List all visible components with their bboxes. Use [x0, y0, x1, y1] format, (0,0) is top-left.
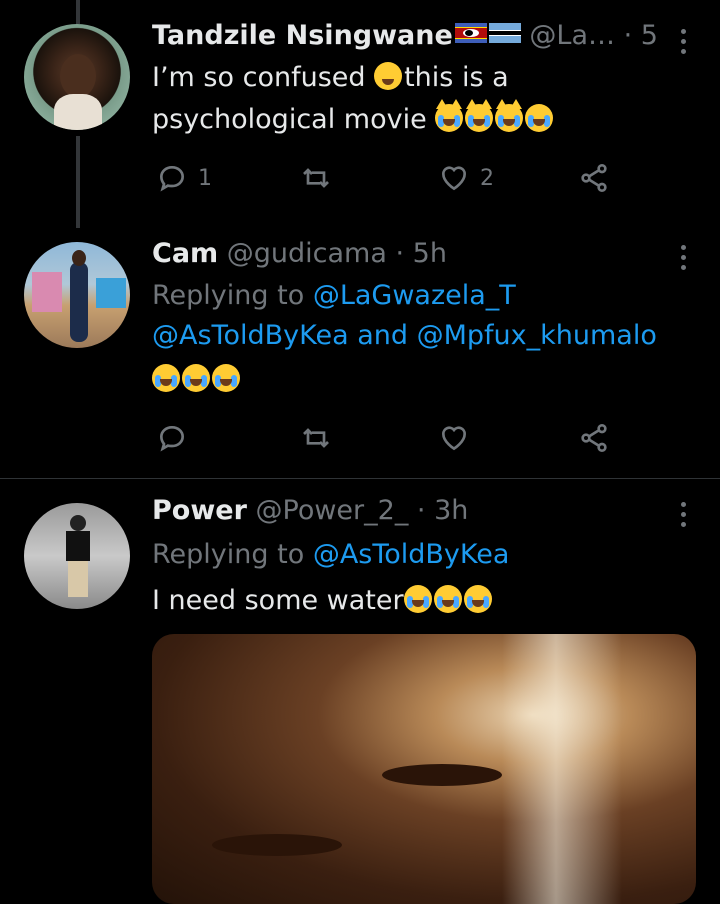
replying-label: Replying to — [152, 539, 313, 570]
tweet-header: Power @Power_2_ · 3h — [152, 495, 660, 535]
timestamp[interactable]: · 5h — [624, 20, 660, 51]
like-count: 2 — [480, 165, 494, 191]
joy-emoji-icon — [403, 585, 432, 613]
reply-button[interactable] — [156, 418, 188, 458]
cat-joy-emoji-icon — [435, 99, 464, 132]
more-options-icon[interactable] — [676, 240, 690, 280]
reply-count: 1 — [198, 165, 212, 191]
tweet-text-line2: psychological movie — [152, 99, 680, 135]
like-button[interactable] — [438, 418, 470, 458]
mention-link[interactable]: @Mpfux_khumalo — [417, 320, 657, 351]
share-icon — [581, 164, 607, 192]
tweet-text-part: this is a — [404, 62, 509, 93]
avatar[interactable] — [24, 24, 130, 130]
tweet-text — [152, 364, 680, 395]
retweet-icon — [303, 168, 329, 188]
share-button[interactable] — [578, 158, 610, 198]
timestamp[interactable]: · 3h — [417, 495, 468, 526]
joy-emoji-icon — [433, 585, 462, 613]
share-button[interactable] — [578, 418, 610, 458]
tweet-1[interactable]: Tandzile Nsingwane @La… · 5h I’m so conf… — [0, 0, 720, 228]
tweet-text-part: psychological movie — [152, 104, 436, 135]
joy-emoji-icon — [152, 364, 180, 392]
tweet-text: I’m so confused this is a — [152, 62, 680, 93]
tweet-text-part: I need some water — [152, 585, 404, 616]
more-options-icon[interactable] — [676, 497, 690, 537]
tweet-actions — [152, 418, 622, 458]
handle[interactable]: @gudicama — [227, 238, 387, 269]
joy-emoji-icon — [182, 364, 210, 392]
cat-joy-emoji-icon — [465, 99, 494, 132]
eswatini-flag-icon — [454, 23, 487, 43]
replying-to: Replying to @AsToldByKea — [152, 539, 680, 570]
reply-icon — [159, 425, 185, 452]
display-name[interactable]: Tandzile Nsingwane — [152, 20, 453, 51]
tweet-text-part: I’m so confused — [152, 62, 375, 93]
retweet-button[interactable] — [300, 158, 332, 198]
heart-icon — [442, 426, 466, 451]
tweet-actions: 1 2 — [152, 158, 622, 198]
reply-button[interactable]: 1 — [156, 158, 212, 198]
replying-to-line2: @AsToldByKea and @Mpfux_khumalo — [152, 320, 680, 351]
tweet-media-image[interactable] — [152, 634, 696, 904]
retweet-icon — [303, 428, 329, 448]
mention-link[interactable]: @AsToldByKea — [313, 539, 510, 570]
joy-emoji-icon — [463, 585, 492, 613]
more-options-icon[interactable] — [676, 24, 690, 64]
replying-label: Replying to — [152, 280, 313, 311]
and-label: and — [348, 320, 417, 351]
tweet-header: Cam @gudicama · 5h — [152, 238, 660, 278]
reply-icon — [159, 165, 185, 192]
handle[interactable]: @La… — [529, 20, 615, 51]
tweet-2[interactable]: Cam @gudicama · 5h Replying to @LaGwazel… — [0, 228, 720, 478]
cat-joy-emoji-icon — [495, 99, 524, 132]
share-icon — [581, 424, 607, 452]
tweet-text: I need some water — [152, 585, 680, 616]
heart-icon — [442, 166, 466, 191]
handle[interactable]: @Power_2_ — [256, 495, 409, 526]
loudly-crying-emoji-icon — [212, 364, 240, 392]
like-button[interactable]: 2 — [438, 158, 494, 198]
mention-link[interactable]: @AsToldByKea — [152, 320, 349, 351]
avatar[interactable] — [24, 242, 130, 348]
display-name[interactable]: Power — [152, 495, 247, 526]
weary-face-emoji-icon — [374, 62, 403, 90]
avatar[interactable] — [24, 503, 130, 609]
tweet-header: Tandzile Nsingwane @La… · 5h — [152, 20, 660, 60]
timestamp[interactable]: · 5h — [396, 238, 447, 269]
replying-to: Replying to @LaGwazela_T — [152, 280, 680, 311]
mention-link[interactable]: @LaGwazela_T — [313, 280, 516, 311]
loudly-crying-emoji-icon — [525, 104, 554, 132]
display-name[interactable]: Cam — [152, 238, 218, 269]
botswana-flag-icon — [488, 23, 521, 43]
retweet-button[interactable] — [300, 418, 332, 458]
